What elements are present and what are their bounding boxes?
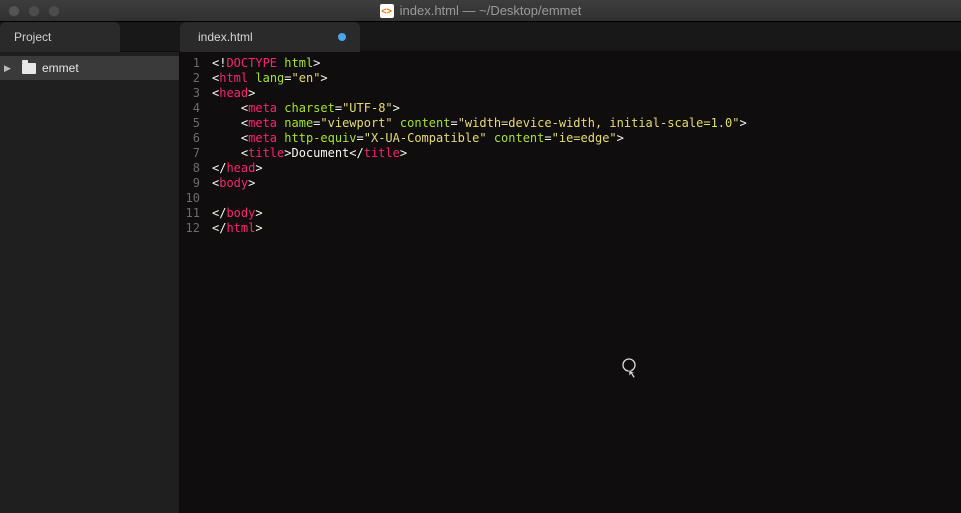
code-line[interactable]: <meta charset="UTF-8"> — [212, 101, 747, 116]
code-line[interactable]: </head> — [212, 161, 747, 176]
line-number: 9 — [180, 176, 200, 191]
window-titlebar: <> index.html — ~/Desktop/emmet — [0, 0, 961, 22]
code-line[interactable]: <meta name="viewport" content="width=dev… — [212, 116, 747, 131]
line-number: 8 — [180, 161, 200, 176]
line-number: 12 — [180, 221, 200, 236]
tab-index-html[interactable]: index.html — [180, 22, 360, 52]
editor-tab-region: index.html — [180, 22, 961, 51]
line-number: 6 — [180, 131, 200, 146]
window-minimize-button[interactable] — [28, 5, 40, 17]
project-sidebar[interactable]: ▶ emmet — [0, 52, 180, 513]
window-zoom-button[interactable] — [48, 5, 60, 17]
chevron-right-icon: ▶ — [4, 63, 16, 74]
line-number: 5 — [180, 116, 200, 131]
window-close-button[interactable] — [8, 5, 20, 17]
line-number-gutter: 123456789101112 — [180, 52, 204, 513]
code-editor[interactable]: 123456789101112 <!DOCTYPE html><html lan… — [180, 52, 961, 513]
line-number: 7 — [180, 146, 200, 161]
tab-bar: Project index.html — [0, 22, 961, 52]
code-line[interactable]: </html> — [212, 221, 747, 236]
tree-folder-root[interactable]: ▶ emmet — [0, 56, 179, 80]
line-number: 3 — [180, 86, 200, 101]
window-title-text: index.html — ~/Desktop/emmet — [400, 3, 582, 18]
html-file-icon: <> — [380, 4, 394, 18]
code-line[interactable]: <html lang="en"> — [212, 71, 747, 86]
folder-label: emmet — [42, 61, 79, 75]
line-number: 2 — [180, 71, 200, 86]
line-number: 1 — [180, 56, 200, 71]
code-line[interactable]: <head> — [212, 86, 747, 101]
code-line[interactable]: <title>Document</title> — [212, 146, 747, 161]
work-area: ▶ emmet 123456789101112 <!DOCTYPE html><… — [0, 52, 961, 513]
sidebar-tab-region: Project — [0, 22, 180, 51]
window-title: <> index.html — ~/Desktop/emmet — [0, 3, 961, 18]
traffic-lights — [8, 5, 60, 17]
code-line[interactable]: <!DOCTYPE html> — [212, 56, 747, 71]
code-line[interactable]: <body> — [212, 176, 747, 191]
code-content[interactable]: <!DOCTYPE html><html lang="en"><head> <m… — [204, 52, 747, 513]
line-number: 4 — [180, 101, 200, 116]
code-line[interactable]: </body> — [212, 206, 747, 221]
code-line[interactable]: <meta http-equiv="X-UA-Compatible" conte… — [212, 131, 747, 146]
line-number: 11 — [180, 206, 200, 221]
sidebar-tab-label: Project — [14, 30, 51, 44]
code-line[interactable] — [212, 191, 747, 206]
line-number: 10 — [180, 191, 200, 206]
dirty-indicator-icon — [338, 33, 346, 41]
editor-tab-label: index.html — [198, 30, 253, 44]
sidebar-tab-project[interactable]: Project — [0, 22, 120, 52]
folder-icon — [22, 63, 36, 74]
